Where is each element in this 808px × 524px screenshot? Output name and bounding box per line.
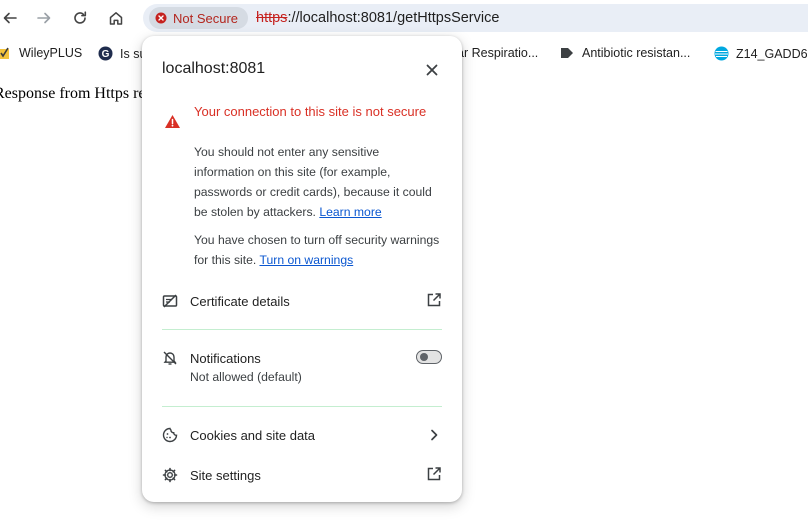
divider (162, 329, 442, 330)
notifications-off-icon (162, 350, 178, 366)
warning-body: You should not enter any sensitive infor… (194, 142, 440, 222)
warning-body-text: You should not enter any sensitive infor… (194, 145, 432, 219)
cookies-label: Cookies and site data (190, 427, 316, 443)
url-scheme: https (256, 10, 288, 26)
chevron-right-icon (426, 427, 442, 443)
gear-icon (162, 467, 178, 483)
bookmark-wileyplus[interactable]: WileyPLUS (0, 46, 82, 60)
bookmark-label: WileyPLUS (19, 46, 83, 60)
address-bar[interactable]: Not Secure https://localhost:8081/getHtt… (143, 4, 808, 32)
security-chip[interactable]: Not Secure (149, 7, 249, 29)
att-globe-icon (714, 46, 729, 61)
security-warnings-notice: You have chosen to turn off security war… (194, 230, 440, 270)
notifications-toggle[interactable] (416, 350, 442, 364)
home-icon (108, 10, 124, 26)
site-settings-row[interactable]: Site settings (162, 466, 444, 484)
notifications-row[interactable]: Notifications (162, 349, 444, 367)
arrow-left-icon (2, 10, 18, 26)
g-logo-icon: G (98, 46, 113, 61)
forward-button[interactable] (34, 8, 54, 28)
reload-icon (72, 10, 88, 26)
svg-text:G: G (102, 49, 110, 60)
open-in-new-icon (426, 466, 442, 482)
bookmark-z14[interactable]: Z14_GADD63 (714, 46, 808, 61)
bookmark-antibiotic[interactable]: Antibiotic resistan... (560, 46, 690, 60)
bookmark-label: ar Respiratio... (457, 46, 539, 60)
browser-toolbar: Not Secure https://localhost:8081/getHtt… (0, 0, 808, 36)
divider (162, 406, 442, 407)
notifications-label: Notifications (190, 350, 261, 366)
cookies-row[interactable]: Cookies and site data (162, 426, 444, 444)
open-in-new-icon (426, 292, 442, 308)
popup-title: localhost:8081 (162, 60, 266, 77)
bookmark-respiration[interactable]: ar Respiratio... (457, 46, 538, 60)
bookmark-is-su[interactable]: G Is su (98, 46, 146, 61)
security-chip-label: Not Secure (173, 10, 239, 26)
site-settings-label: Site settings (190, 467, 261, 483)
notifications-state: Not allowed (default) (190, 370, 302, 384)
bookmark-label: Z14_GADD63 (736, 46, 808, 61)
certificate-icon (162, 293, 178, 309)
certificate-details-label: Certificate details (190, 293, 290, 309)
warning-title: Your connection to this site is not secu… (194, 104, 427, 119)
bookmark-label: Antibiotic resistan... (582, 46, 691, 60)
toggle-track (416, 350, 442, 364)
back-button[interactable] (0, 8, 20, 28)
page-response-text: Response from Https re (0, 85, 146, 102)
close-icon (426, 64, 438, 76)
url-rest: ://localhost:8081/getHttpsService (287, 10, 500, 26)
learn-more-link[interactable]: Learn more (319, 205, 381, 219)
reload-button[interactable] (70, 8, 90, 28)
turn-on-warnings-link[interactable]: Turn on warnings (259, 253, 353, 267)
toggle-knob (420, 353, 428, 361)
arrow-right-icon (36, 10, 52, 26)
close-button[interactable] (422, 60, 442, 80)
site-info-popup: localhost:8081 Your connection to this s… (142, 36, 462, 502)
warning-triangle-icon (164, 114, 181, 129)
bookmark-shape-icon (560, 46, 575, 60)
certificate-details-row[interactable]: Certificate details (162, 292, 444, 310)
home-button[interactable] (106, 8, 126, 28)
cookie-icon (162, 427, 178, 443)
wiley-icon (0, 46, 12, 60)
url-text[interactable]: https://localhost:8081/getHttpsService (256, 10, 499, 26)
not-secure-icon (155, 12, 167, 24)
